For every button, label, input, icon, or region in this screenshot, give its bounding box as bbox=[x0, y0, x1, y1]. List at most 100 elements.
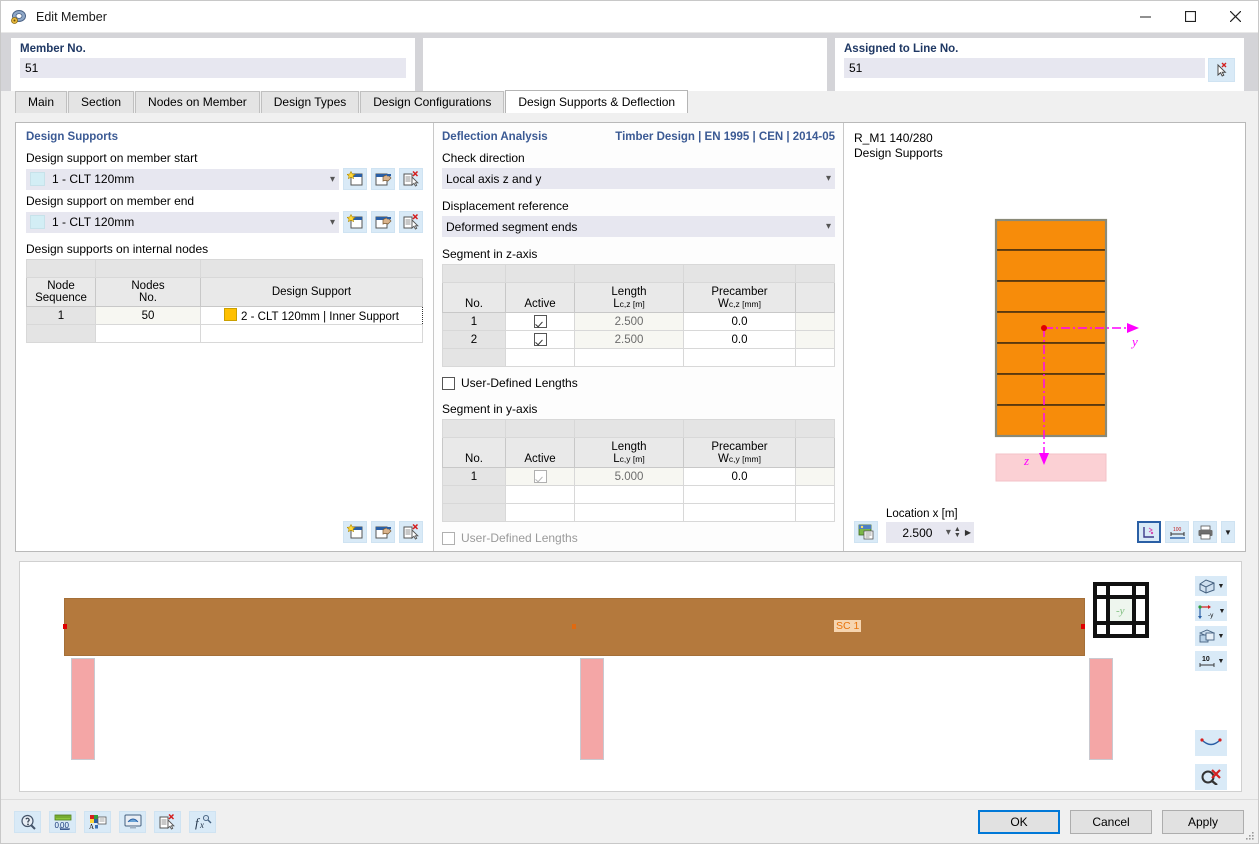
member-start-dropdown[interactable]: 1 - CLT 120mm ▾ bbox=[26, 168, 339, 190]
table-empty-row[interactable] bbox=[442, 503, 835, 522]
table-header-spacer bbox=[442, 264, 835, 283]
edit-icon[interactable] bbox=[371, 211, 395, 233]
maximize-button[interactable] bbox=[1168, 1, 1213, 32]
next-location-icon[interactable]: ▶ bbox=[965, 528, 971, 537]
cell-length[interactable]: 2.500 bbox=[574, 330, 684, 349]
display-properties-icon[interactable]: A bbox=[84, 810, 111, 833]
internal-nodes-table[interactable]: Node Sequence Nodes No. Design Support 1… bbox=[26, 259, 423, 343]
new-icon[interactable] bbox=[343, 521, 367, 543]
chevron-down-icon[interactable]: ▾ bbox=[946, 527, 951, 538]
delete-icon[interactable] bbox=[399, 168, 423, 190]
internal-table-buttons bbox=[343, 521, 423, 543]
active-checkbox[interactable] bbox=[533, 314, 547, 328]
table-row[interactable]: 1 5.000 0.0 bbox=[442, 467, 835, 486]
tab-design-supports-deflection[interactable]: Design Supports & Deflection bbox=[505, 90, 689, 113]
resize-grip[interactable] bbox=[1245, 831, 1255, 841]
member-end-dropdown[interactable]: 1 - CLT 120mm ▾ bbox=[26, 211, 339, 233]
assigned-line-box: Assigned to Line No. 51 bbox=[835, 38, 1244, 91]
cell-length[interactable]: 2.500 bbox=[574, 312, 684, 331]
dialog-buttons: OK Cancel Apply bbox=[978, 809, 1258, 834]
image-export-icon[interactable] bbox=[854, 521, 878, 543]
view-settings-icon[interactable] bbox=[119, 810, 146, 833]
table-header-spacer bbox=[442, 419, 835, 438]
member-no-input[interactable]: 51 bbox=[20, 58, 406, 78]
cancel-button[interactable]: Cancel bbox=[1070, 809, 1152, 834]
apply-button[interactable]: Apply bbox=[1162, 809, 1244, 834]
minimize-button[interactable] bbox=[1123, 1, 1168, 32]
cell-node-sequence: 1 bbox=[26, 306, 96, 325]
col-spacer bbox=[795, 282, 835, 313]
cell-nodes-no[interactable]: 50 bbox=[95, 306, 201, 325]
table-header-row: No. Active Length Lc,z [m] Precamber Wc,… bbox=[442, 282, 835, 313]
deflection-header: Deflection Analysis Timber Design | EN 1… bbox=[442, 131, 835, 143]
clear-selection-icon[interactable] bbox=[1195, 764, 1227, 790]
segment-z-user-defined-row[interactable]: User-Defined Lengths bbox=[442, 376, 835, 390]
cell-length[interactable]: 5.000 bbox=[574, 467, 684, 486]
segment-z-table[interactable]: No. Active Length Lc,z [m] Precamber Wc,… bbox=[442, 264, 835, 367]
tab-design-configurations[interactable]: Design Configurations bbox=[360, 91, 505, 113]
main-content: Design Supports Design support on member… bbox=[15, 122, 1246, 552]
navigation-cube-icon[interactable]: -y bbox=[1093, 582, 1149, 638]
cell-design-support[interactable]: 2 - CLT 120mm | Inner Support bbox=[200, 306, 423, 325]
section-label[interactable]: SC 1 bbox=[834, 620, 862, 632]
tab-main[interactable]: Main bbox=[15, 91, 68, 113]
info-icon[interactable] bbox=[14, 810, 41, 833]
edit-icon[interactable] bbox=[371, 168, 395, 190]
edit-member-window: Edit Member Member No. 51 Assigned to Li… bbox=[0, 0, 1259, 844]
assigned-line-label: Assigned to Line No. bbox=[844, 43, 959, 55]
tab-section[interactable]: Section bbox=[68, 91, 135, 113]
model-viewport[interactable]: SC 1 -y ▼ -y ▼ ▼ 10 ▼ bbox=[19, 561, 1242, 792]
table-empty-row[interactable] bbox=[442, 485, 835, 504]
location-x-spinner[interactable]: 2.500 ▾ ▲ ▼ ▶ bbox=[886, 522, 974, 543]
node-mid-marker bbox=[572, 624, 576, 629]
section-view-pane: R_M1 140/280 Design Supports y z Locatio… bbox=[844, 123, 1245, 551]
delete-icon[interactable] bbox=[399, 521, 423, 543]
cell-active[interactable] bbox=[505, 330, 575, 349]
check-direction-dropdown[interactable]: Local axis z and y ▾ bbox=[442, 168, 835, 189]
deformation-icon[interactable] bbox=[1195, 730, 1227, 756]
print-dropdown-icon[interactable]: ▼ bbox=[1221, 521, 1235, 543]
close-button[interactable] bbox=[1213, 1, 1258, 32]
ok-button[interactable]: OK bbox=[978, 809, 1060, 834]
axis-y-label: y bbox=[1130, 334, 1138, 349]
chevron-down-icon: ▾ bbox=[825, 221, 831, 232]
delete-selection-icon[interactable] bbox=[154, 810, 181, 833]
table-empty-row[interactable] bbox=[26, 324, 423, 343]
new-icon[interactable] bbox=[343, 168, 367, 190]
table-row[interactable]: 2 2.500 0.0 bbox=[442, 330, 835, 349]
support-column-right[interactable] bbox=[1089, 658, 1113, 760]
support-column-mid[interactable] bbox=[580, 658, 604, 760]
units-icon[interactable]: 0, 00 bbox=[49, 810, 76, 833]
displacement-reference-dropdown[interactable]: Deformed segment ends ▾ bbox=[442, 216, 835, 237]
check-direction-label: Check direction bbox=[442, 151, 525, 165]
user-defined-lengths-checkbox[interactable] bbox=[442, 376, 455, 390]
cell-precamber[interactable]: 0.0 bbox=[683, 467, 796, 486]
active-checkbox[interactable] bbox=[533, 332, 547, 346]
table-row[interactable]: 1 2.500 0.0 bbox=[442, 312, 835, 331]
spinner-arrows-icon[interactable]: ▲ ▼ bbox=[954, 526, 961, 539]
cell-precamber[interactable]: 0.0 bbox=[683, 312, 796, 331]
cell-precamber[interactable]: 0.0 bbox=[683, 330, 796, 349]
svg-text:10: 10 bbox=[1202, 656, 1210, 663]
delete-icon[interactable] bbox=[399, 211, 423, 233]
dimensions-icon[interactable]: 100 bbox=[1165, 521, 1189, 543]
edit-icon[interactable] bbox=[371, 521, 395, 543]
table-empty-row[interactable] bbox=[442, 348, 835, 367]
cell-active[interactable] bbox=[505, 312, 575, 331]
view-direction-icon[interactable]: -y ▼ bbox=[1195, 601, 1227, 621]
tab-nodes-on-member[interactable]: Nodes on Member bbox=[135, 91, 260, 113]
print-icon[interactable] bbox=[1193, 521, 1217, 543]
projection-icon[interactable]: ▼ bbox=[1195, 626, 1227, 646]
support-column-left[interactable] bbox=[71, 658, 95, 760]
select-pointer-icon[interactable] bbox=[1208, 58, 1235, 82]
table-row[interactable]: 1 50 2 - CLT 120mm | Inner Support bbox=[26, 306, 423, 325]
segment-y-table[interactable]: No. Active Length Lc,y [m] Precamber Wc,… bbox=[442, 419, 835, 522]
tab-design-types[interactable]: Design Types bbox=[260, 91, 360, 113]
axes-display-icon[interactable] bbox=[1137, 521, 1161, 543]
axis-z-label: z bbox=[1023, 453, 1029, 468]
scale-icon[interactable]: 10 ▼ bbox=[1195, 651, 1227, 671]
render-mode-icon[interactable]: ▼ bbox=[1195, 576, 1227, 596]
formula-icon[interactable]: f x bbox=[189, 810, 216, 833]
new-icon[interactable] bbox=[343, 211, 367, 233]
assigned-line-input[interactable]: 51 bbox=[844, 58, 1205, 78]
